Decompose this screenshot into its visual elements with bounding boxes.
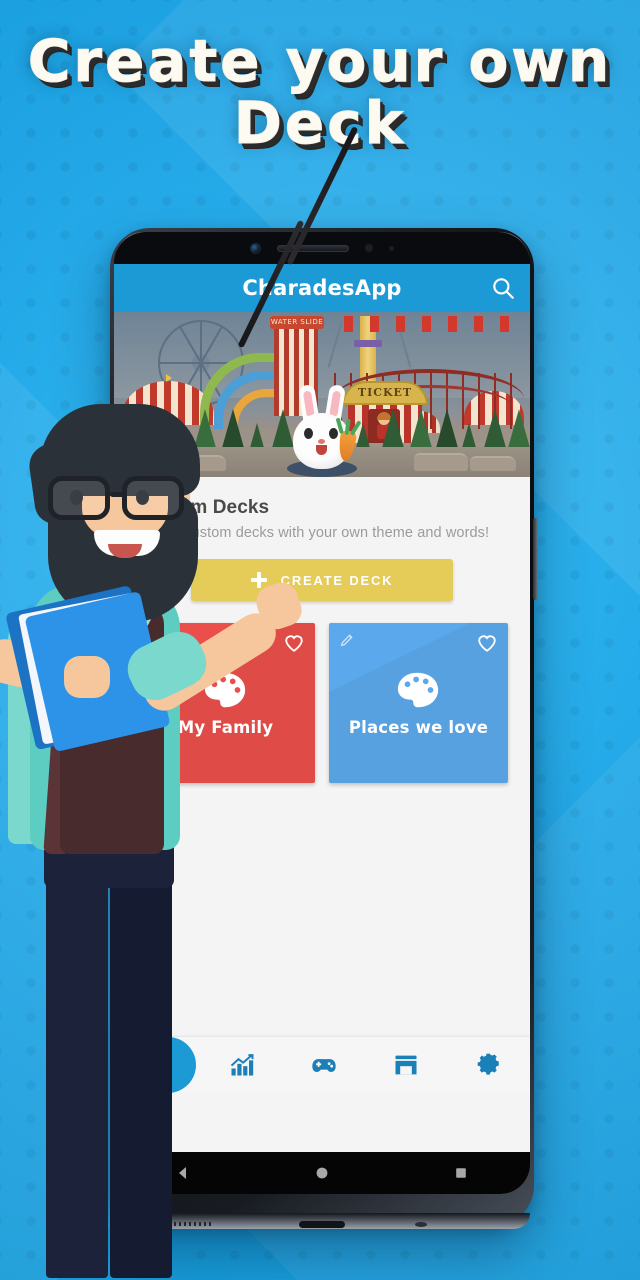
deck-card-label: Places we love [348, 717, 489, 737]
plus-icon [250, 572, 267, 588]
heart-outline-icon[interactable] [283, 632, 305, 654]
volume-button[interactable] [106, 478, 111, 588]
light-sensor-icon [389, 245, 394, 251]
carrot-leaves [335, 417, 363, 436]
create-deck-container: CREATE DECK [114, 559, 530, 601]
bunny-mascot [279, 381, 365, 477]
main-content: Custom Decks Create custom decks with yo… [114, 477, 530, 1093]
speaker-grille [169, 1222, 214, 1226]
tent-flag-1 [166, 374, 172, 382]
bottom-navigation [114, 1037, 530, 1093]
nav-item-stats[interactable] [200, 1037, 282, 1093]
create-deck-button-label: CREATE DECK [280, 572, 394, 588]
deck-grid: My Family Places we love [114, 601, 530, 783]
front-camera-icon [250, 242, 261, 254]
bunny-nose [318, 439, 325, 444]
coaster-flags [344, 316, 514, 332]
app-bar: CharadesApp [114, 264, 530, 312]
usb-c-port [299, 1221, 345, 1228]
power-button[interactable] [533, 518, 538, 600]
page-title: Custom Decks [136, 497, 270, 518]
bunny-eye-right [329, 428, 338, 439]
deck-card-my-family[interactable]: My Family [136, 623, 315, 783]
nav-item-play[interactable] [283, 1037, 365, 1093]
rock [414, 453, 468, 471]
rock [470, 456, 516, 471]
page-subtitle: Create custom decks with your own theme … [136, 525, 490, 541]
nav-item-settings[interactable] [448, 1037, 530, 1093]
store-icon [395, 1055, 417, 1075]
pencil-icon [144, 1053, 167, 1076]
drop-tower-carriage [354, 340, 382, 347]
custom-decks-section: Custom Decks Create custom decks with yo… [114, 477, 530, 541]
rock [182, 455, 226, 471]
gear-icon [477, 1053, 499, 1075]
bar-chart-icon [230, 1054, 254, 1076]
heart-outline-icon[interactable] [476, 632, 498, 654]
deck-card-label: My Family [177, 717, 274, 737]
pencil-icon[interactable] [339, 632, 355, 648]
nav-item-store[interactable] [365, 1037, 447, 1093]
palette-icon [397, 672, 438, 707]
carnival-banner: WATER SLIDE TICKET [114, 312, 530, 477]
phone-top-bezel [114, 232, 530, 264]
create-deck-button[interactable]: CREATE DECK [191, 559, 453, 601]
bunny-eye-left [304, 428, 313, 439]
proximity-sensor-icon [365, 244, 373, 252]
deck-card-places-we-love[interactable]: Places we love [329, 623, 508, 783]
search-icon[interactable] [490, 275, 516, 301]
rock [120, 451, 178, 471]
home-circle-icon[interactable] [314, 1165, 330, 1181]
recents-square-icon[interactable] [453, 1165, 469, 1181]
back-triangle-icon[interactable] [175, 1165, 191, 1181]
android-navigation-bar [114, 1152, 530, 1194]
palette-icon [204, 672, 245, 707]
phone-screen: CharadesApp WATER SLIDE TICKET Custom De… [114, 264, 530, 1152]
tower-sign: WATER SLIDE [270, 316, 324, 329]
phone-mockup: CharadesApp WATER SLIDE TICKET Custom De… [106, 228, 538, 1229]
nav-item-decks[interactable] [114, 1037, 197, 1093]
gamepad-icon [312, 1059, 336, 1072]
